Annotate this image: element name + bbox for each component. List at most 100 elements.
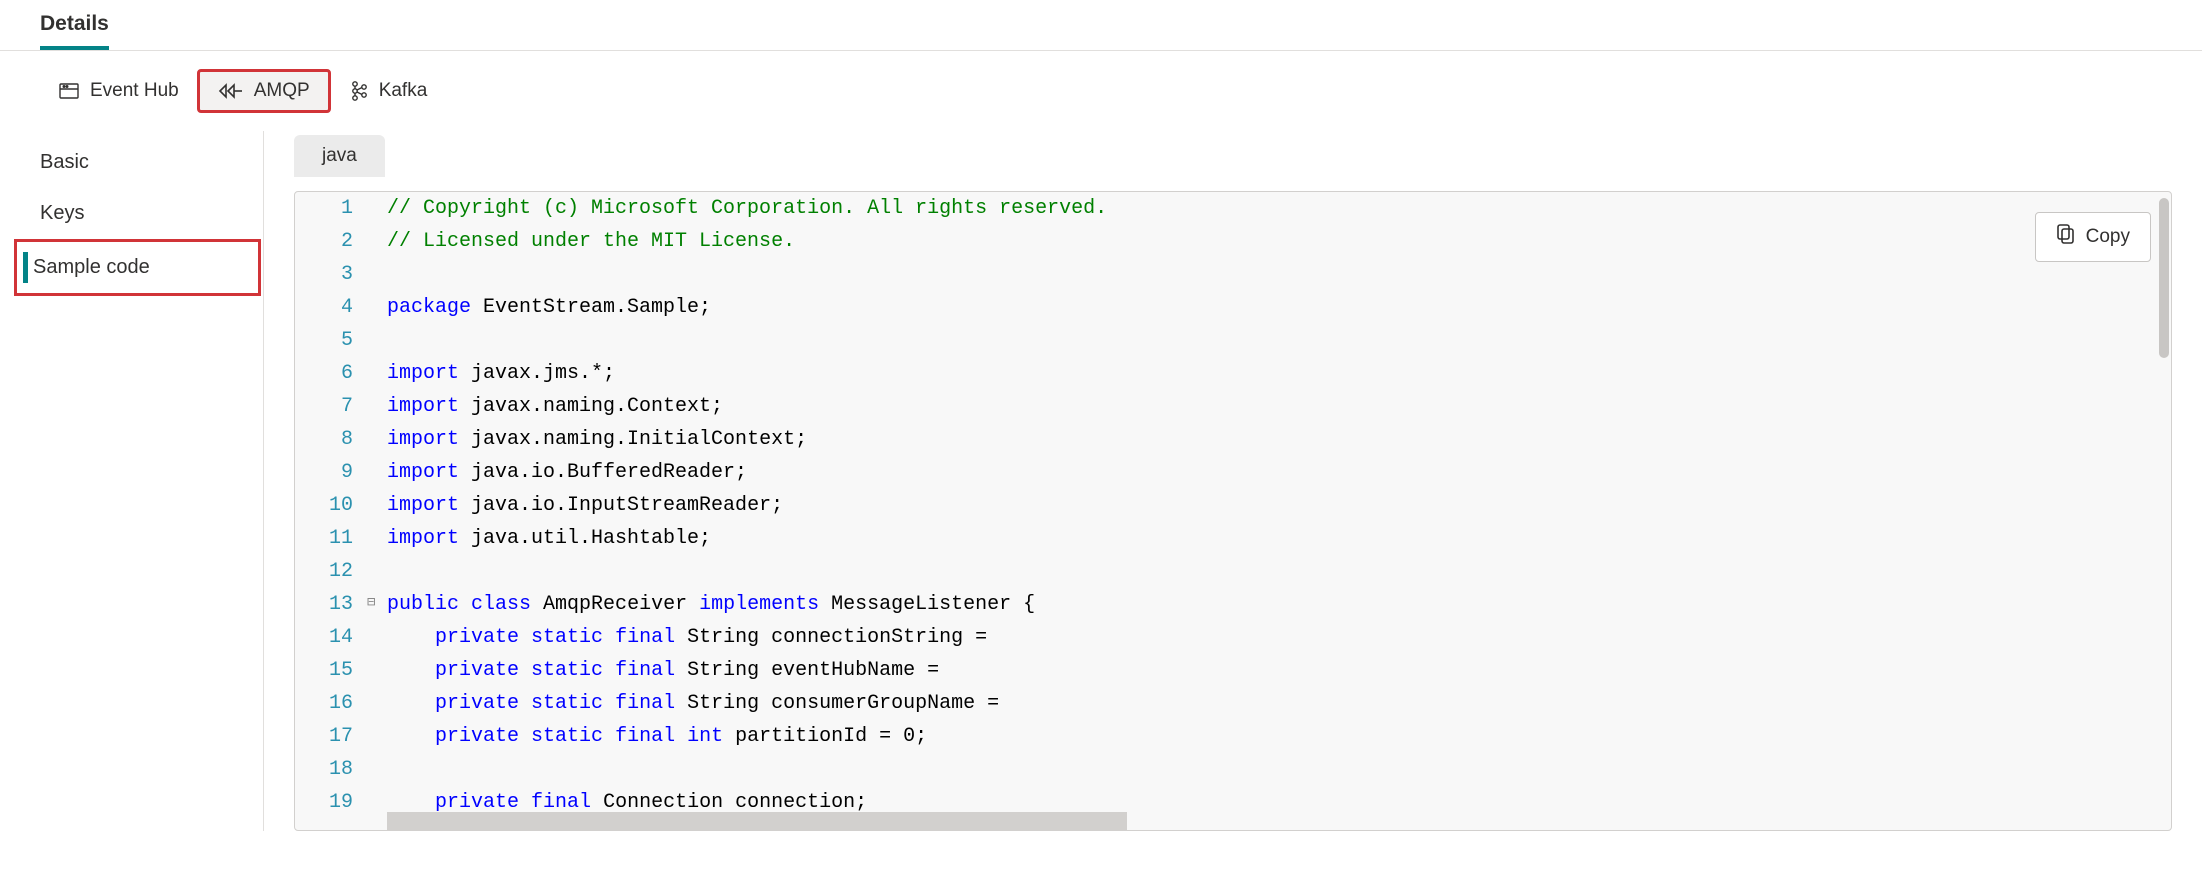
language-tab-java[interactable]: java	[294, 135, 385, 177]
fold-gutter	[367, 192, 387, 225]
code-line: 5	[295, 324, 2171, 357]
page-title[interactable]: Details	[40, 12, 109, 50]
code-line: 15 private static final String eventHubN…	[295, 654, 2171, 687]
line-number: 5	[295, 324, 367, 357]
protocol-tab-kafka[interactable]: Kafka	[331, 71, 446, 111]
line-number: 2	[295, 225, 367, 258]
line-number: 7	[295, 390, 367, 423]
line-number: 8	[295, 423, 367, 456]
code-content[interactable]: // Copyright (c) Microsoft Corporation. …	[387, 192, 2171, 225]
fold-gutter	[367, 324, 387, 357]
code-content[interactable]: package EventStream.Sample;	[387, 291, 2171, 324]
code-line: 9 import java.io.BufferedReader;	[295, 456, 2171, 489]
code-content[interactable]: public class AmqpReceiver implements Mes…	[387, 588, 2171, 621]
line-number: 19	[295, 786, 367, 819]
eventhub-icon	[58, 80, 80, 102]
main-area: Basic Keys Sample code java Copy 1 // Copyr…	[0, 131, 2202, 831]
code-content[interactable]	[387, 753, 2171, 786]
code-content[interactable]: private static final String consumerGrou…	[387, 687, 2171, 720]
code-line: 16 private static final String consumerG…	[295, 687, 2171, 720]
code-content[interactable]: import javax.jms.*;	[387, 357, 2171, 390]
line-number: 10	[295, 489, 367, 522]
line-number: 1	[295, 192, 367, 225]
code-line: 7 import javax.naming.Context;	[295, 390, 2171, 423]
horizontal-scrollbar[interactable]	[387, 812, 1127, 830]
line-number: 3	[295, 258, 367, 291]
code-content[interactable]: private static final String connectionSt…	[387, 621, 2171, 654]
code-line: 8 import javax.naming.InitialContext;	[295, 423, 2171, 456]
details-header: Details	[0, 0, 2202, 51]
line-number: 12	[295, 555, 367, 588]
code-content[interactable]: import javax.naming.InitialContext;	[387, 423, 2171, 456]
fold-gutter	[367, 489, 387, 522]
protocol-tabs: Event Hub AMQP Kafka	[0, 51, 2202, 131]
line-number: 11	[295, 522, 367, 555]
code-content[interactable]: import java.util.Hashtable;	[387, 522, 2171, 555]
fold-gutter	[367, 555, 387, 588]
content-pane: java Copy 1 // Copyright (c) Microsoft Co…	[264, 131, 2202, 831]
code-line: 6 import javax.jms.*;	[295, 357, 2171, 390]
code-table: 1 // Copyright (c) Microsoft Corporation.…	[295, 192, 2171, 819]
line-number: 13	[295, 588, 367, 621]
code-line: 14 private static final String connectio…	[295, 621, 2171, 654]
code-content[interactable]	[387, 258, 2171, 291]
code-content[interactable]	[387, 324, 2171, 357]
fold-gutter	[367, 423, 387, 456]
code-line: 13⊟public class AmqpReceiver implements …	[295, 588, 2171, 621]
code-line: 11 import java.util.Hashtable;	[295, 522, 2171, 555]
sidebar-item-label: Basic	[40, 151, 89, 173]
fold-gutter	[367, 522, 387, 555]
code-line: 17 private static final int partitionId …	[295, 720, 2171, 753]
code-block: Copy 1 // Copyright (c) Microsoft Corpora…	[294, 191, 2172, 831]
amqp-icon	[218, 82, 244, 100]
code-content[interactable]: import java.io.InputStreamReader;	[387, 489, 2171, 522]
fold-gutter	[367, 786, 387, 819]
fold-gutter	[367, 621, 387, 654]
protocol-tab-label: AMQP	[254, 80, 310, 102]
sidebar-item-sample[interactable]: Sample code	[14, 239, 261, 296]
line-number: 9	[295, 456, 367, 489]
line-number: 15	[295, 654, 367, 687]
line-number: 16	[295, 687, 367, 720]
protocol-tab-eventhub[interactable]: Event Hub	[40, 72, 197, 110]
kafka-icon	[349, 79, 369, 103]
code-line: 12	[295, 555, 2171, 588]
code-content[interactable]: import java.io.BufferedReader;	[387, 456, 2171, 489]
sidebar-item-keys[interactable]: Keys	[14, 188, 263, 239]
code-content[interactable]: // Licensed under the MIT License.	[387, 225, 2171, 258]
line-number: 6	[295, 357, 367, 390]
sidebar-item-basic[interactable]: Basic	[14, 137, 263, 188]
copy-button[interactable]: Copy	[2035, 212, 2151, 262]
fold-gutter	[367, 456, 387, 489]
line-number: 17	[295, 720, 367, 753]
fold-gutter	[367, 258, 387, 291]
sidebar-item-label: Keys	[40, 202, 84, 224]
code-line: 4 package EventStream.Sample;	[295, 291, 2171, 324]
fold-gutter	[367, 291, 387, 324]
copy-label: Copy	[2086, 226, 2130, 248]
fold-gutter	[367, 357, 387, 390]
code-line: 1 // Copyright (c) Microsoft Corporation.…	[295, 192, 2171, 225]
fold-gutter	[367, 225, 387, 258]
code-line: 3	[295, 258, 2171, 291]
code-line: 10 import java.io.InputStreamReader;	[295, 489, 2171, 522]
copy-icon	[2056, 223, 2076, 251]
code-line: 18	[295, 753, 2171, 786]
fold-gutter	[367, 753, 387, 786]
code-scroll[interactable]: 1 // Copyright (c) Microsoft Corporation.…	[295, 192, 2171, 830]
protocol-tab-amqp[interactable]: AMQP	[197, 69, 331, 113]
fold-gutter	[367, 720, 387, 753]
line-number: 14	[295, 621, 367, 654]
sidebar-item-label: Sample code	[33, 256, 150, 278]
fold-gutter[interactable]: ⊟	[367, 588, 387, 621]
fold-gutter	[367, 687, 387, 720]
protocol-tab-label: Event Hub	[90, 80, 179, 102]
code-content[interactable]	[387, 555, 2171, 588]
fold-gutter	[367, 390, 387, 423]
code-content[interactable]: private static final int partitionId = 0…	[387, 720, 2171, 753]
fold-gutter	[367, 654, 387, 687]
line-number: 4	[295, 291, 367, 324]
code-content[interactable]: private static final String eventHubName…	[387, 654, 2171, 687]
code-content[interactable]: import javax.naming.Context;	[387, 390, 2171, 423]
sidebar: Basic Keys Sample code	[14, 131, 264, 831]
